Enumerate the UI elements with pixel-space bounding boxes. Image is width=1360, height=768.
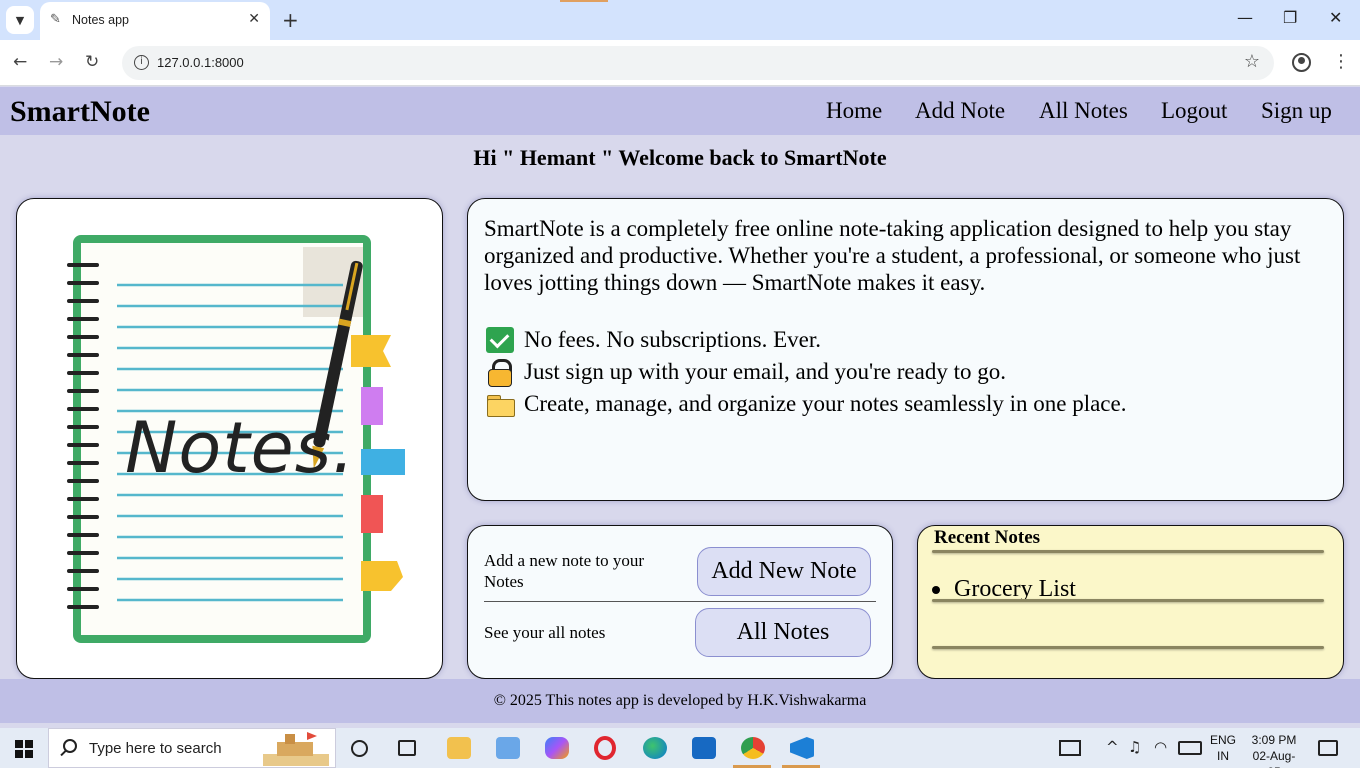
nav-sign-up[interactable]: Sign up xyxy=(1261,98,1332,124)
folder-icon xyxy=(486,391,515,417)
cortana-icon[interactable] xyxy=(351,740,368,757)
check-mark-icon xyxy=(486,327,514,353)
microsoft-store-icon[interactable] xyxy=(692,737,716,759)
site-header: SmartNote Home Add Note All Notes Logout… xyxy=(0,87,1360,135)
browser-tab-bar: ▼ ✎ Notes app ✕ + — ❐ ✕ xyxy=(0,0,1360,40)
copilot-icon[interactable] xyxy=(545,737,569,759)
clock-time: 3:09 PM xyxy=(1251,733,1297,747)
windows-start-icon[interactable] xyxy=(15,740,33,758)
forward-icon[interactable]: → xyxy=(49,52,63,72)
recent-notes-card: Recent Notes Grocery List xyxy=(917,525,1344,679)
new-tab-icon[interactable]: + xyxy=(282,8,299,32)
chevron-down-icon: ▼ xyxy=(15,13,25,27)
restore-icon[interactable]: ❐ xyxy=(1283,8,1297,27)
notepad-rule xyxy=(932,599,1324,602)
feature-item: Just sign up with your email, and you're… xyxy=(486,359,1006,387)
feature-text: Create, manage, and organize your notes … xyxy=(524,391,1127,416)
feature-text: Just sign up with your email, and you're… xyxy=(524,359,1006,384)
brand-logo[interactable]: SmartNote xyxy=(10,95,150,129)
nav-add-note[interactable]: Add Note xyxy=(915,98,1005,124)
nav-all-notes[interactable]: All Notes xyxy=(1039,98,1128,124)
task-view-icon[interactable] xyxy=(398,740,416,756)
laptop-app-icon[interactable] xyxy=(496,737,520,759)
feature-item: Create, manage, and organize your notes … xyxy=(486,391,1126,417)
tab-title: Notes app xyxy=(72,13,129,27)
actions-card: Add a new note to your Notes Add New Not… xyxy=(467,525,893,679)
profile-icon[interactable] xyxy=(1292,53,1311,72)
url-text[interactable]: 127.0.0.1:8000 xyxy=(157,55,244,70)
nav-home[interactable]: Home xyxy=(826,98,882,124)
edge-icon[interactable] xyxy=(643,737,667,759)
about-card: SmartNote is a completely free online no… xyxy=(467,198,1344,501)
volume-icon[interactable]: ♫ xyxy=(1128,738,1141,756)
close-window-icon[interactable]: ✕ xyxy=(1329,8,1342,27)
site-footer: © 2025 This notes app is developed by H.… xyxy=(0,679,1360,723)
tab-strip-accent xyxy=(560,0,608,2)
tab-search-button[interactable]: ▼ xyxy=(6,6,34,34)
site-info-icon[interactable]: i xyxy=(134,55,149,70)
notepad-rule xyxy=(932,646,1324,649)
reload-icon[interactable]: ↻ xyxy=(85,52,99,72)
clock[interactable]: 3:09 PM 02-Aug-25 xyxy=(1248,732,1300,768)
address-bar[interactable]: i 127.0.0.1:8000 ☆ xyxy=(122,46,1274,80)
windows-taskbar: Type here to search ^ ♫ ◠ ENG IN 3:09 PM… xyxy=(0,728,1360,768)
language-code: ENG xyxy=(1209,733,1236,747)
recent-notes-title: Recent Notes xyxy=(934,527,1041,548)
feature-text: No fees. No subscriptions. Ever. xyxy=(524,327,822,352)
browser-tab[interactable]: ✎ Notes app ✕ xyxy=(40,2,270,40)
nav-logout[interactable]: Logout xyxy=(1161,98,1227,124)
back-icon[interactable]: ← xyxy=(13,52,27,72)
notes-favicon-icon: ✎ xyxy=(50,12,61,27)
network-icon[interactable]: ◠ xyxy=(1154,738,1167,756)
padlock-icon xyxy=(486,359,514,387)
notification-center-icon[interactable] xyxy=(1318,740,1338,756)
keyboard-icon[interactable] xyxy=(1178,741,1202,755)
search-icon xyxy=(63,739,77,753)
opera-icon[interactable] xyxy=(594,736,616,760)
notebook-cover-text: Notes. xyxy=(125,407,356,489)
about-description: SmartNote is a completely free online no… xyxy=(484,216,1301,295)
notebook-illustration-card: Notes. xyxy=(16,198,443,679)
tray-chevron-up-icon[interactable]: ^ xyxy=(1106,738,1119,756)
add-note-label: Add a new note to your Notes xyxy=(484,551,645,591)
taskbar-search-placeholder: Type here to search xyxy=(89,740,222,757)
file-explorer-icon[interactable] xyxy=(447,737,471,759)
taskbar-search-box[interactable]: Type here to search xyxy=(48,728,336,768)
chrome-icon[interactable] xyxy=(741,737,765,759)
browser-menu-icon[interactable]: ⋮ xyxy=(1332,51,1350,72)
region-code: IN xyxy=(1217,749,1229,763)
search-highlight-icon xyxy=(263,732,329,766)
list-bullet xyxy=(932,585,940,594)
add-new-note-button[interactable]: Add New Note xyxy=(697,547,871,596)
feature-item: No fees. No subscriptions. Ever. xyxy=(486,327,821,353)
clock-date: 02-Aug-25 xyxy=(1252,749,1296,768)
news-widget-icon[interactable] xyxy=(1059,740,1081,756)
notepad-rule xyxy=(932,550,1324,553)
minimize-icon[interactable]: — xyxy=(1237,8,1253,27)
all-notes-button[interactable]: All Notes xyxy=(695,608,871,657)
browser-toolbar: ← → ↻ i 127.0.0.1:8000 ☆ ⋮ xyxy=(0,40,1360,86)
vscode-icon[interactable] xyxy=(790,737,814,759)
tab-close-icon[interactable]: ✕ xyxy=(248,11,260,27)
actions-divider xyxy=(484,601,876,602)
language-indicator[interactable]: ENG IN xyxy=(1208,732,1238,764)
welcome-heading: Hi " Hemant " Welcome back to SmartNote xyxy=(473,145,887,170)
all-notes-label: See your all notes xyxy=(484,623,606,642)
bookmark-star-icon[interactable]: ☆ xyxy=(1244,51,1260,72)
